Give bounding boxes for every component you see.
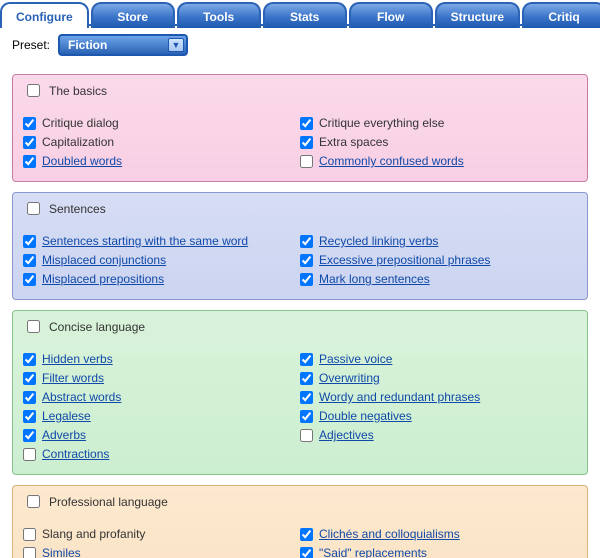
- checkbox-wordy[interactable]: [300, 391, 313, 404]
- link-misplaced-conj[interactable]: Misplaced conjunctions: [42, 252, 166, 269]
- tab-configure[interactable]: Configure: [0, 2, 89, 28]
- panel-title-sentences: Sentences: [49, 202, 106, 216]
- tab-bar: Configure Store Tools Stats Flow Structu…: [0, 0, 600, 26]
- checkbox-passive-voice[interactable]: [300, 353, 313, 366]
- tab-store[interactable]: Store: [91, 2, 175, 28]
- checkbox-confused-words[interactable]: [300, 155, 313, 168]
- checkbox-adverbs[interactable]: [23, 429, 36, 442]
- tab-tools[interactable]: Tools: [177, 2, 261, 28]
- checkbox-legalese[interactable]: [23, 410, 36, 423]
- label-critique-dialog: Critique dialog: [42, 115, 119, 132]
- link-hidden-verbs[interactable]: Hidden verbs: [42, 351, 113, 368]
- panel-title-prolang: Professional language: [49, 495, 168, 509]
- panel-concise: Concise language Hidden verbs Filter wor…: [12, 310, 588, 475]
- checkbox-excessive-prep[interactable]: [300, 254, 313, 267]
- link-cliches[interactable]: Clichés and colloquialisms: [319, 526, 460, 543]
- link-abstract-words[interactable]: Abstract words: [42, 389, 121, 406]
- tab-critique[interactable]: Critiq: [522, 2, 600, 28]
- link-said-repl[interactable]: "Said" replacements: [319, 545, 427, 558]
- chevron-down-icon: ▼: [168, 38, 184, 52]
- tab-stats[interactable]: Stats: [263, 2, 347, 28]
- link-similes[interactable]: Similes: [42, 545, 81, 558]
- label-slang: Slang and profanity: [42, 526, 145, 543]
- link-passive-voice[interactable]: Passive voice: [319, 351, 392, 368]
- checkbox-contractions[interactable]: [23, 448, 36, 461]
- link-filter-words[interactable]: Filter words: [42, 370, 104, 387]
- preset-row: Preset: Fiction ▼: [0, 26, 600, 64]
- checkbox-slang[interactable]: [23, 528, 36, 541]
- link-legalese[interactable]: Legalese: [42, 408, 91, 425]
- link-same-word[interactable]: Sentences starting with the same word: [42, 233, 248, 250]
- checkbox-cliches[interactable]: [300, 528, 313, 541]
- tab-structure[interactable]: Structure: [435, 2, 520, 28]
- tab-flow[interactable]: Flow: [349, 2, 433, 28]
- panel-prolang: Professional language Slang and profanit…: [12, 485, 588, 558]
- checkbox-capitalization[interactable]: [23, 136, 36, 149]
- link-wordy[interactable]: Wordy and redundant phrases: [319, 389, 480, 406]
- preset-select[interactable]: Fiction ▼: [58, 34, 188, 56]
- checkbox-misplaced-prep[interactable]: [23, 273, 36, 286]
- checkbox-prolang-master[interactable]: [27, 495, 40, 508]
- checkbox-critique-dialog[interactable]: [23, 117, 36, 130]
- link-adverbs[interactable]: Adverbs: [42, 427, 86, 444]
- checkbox-concise-master[interactable]: [27, 320, 40, 333]
- link-excessive-prep[interactable]: Excessive prepositional phrases: [319, 252, 490, 269]
- checkbox-adjectives[interactable]: [300, 429, 313, 442]
- panel-title-basics: The basics: [49, 84, 107, 98]
- checkbox-same-word[interactable]: [23, 235, 36, 248]
- checkbox-filter-words[interactable]: [23, 372, 36, 385]
- checkbox-extra-spaces[interactable]: [300, 136, 313, 149]
- link-confused-words[interactable]: Commonly confused words: [319, 153, 464, 170]
- panels-container: The basics Critique dialog Capitalizatio…: [0, 74, 600, 558]
- checkbox-long-sent[interactable]: [300, 273, 313, 286]
- label-capitalization: Capitalization: [42, 134, 114, 151]
- link-adjectives[interactable]: Adjectives: [319, 427, 374, 444]
- checkbox-sentences-master[interactable]: [27, 202, 40, 215]
- preset-label: Preset:: [12, 38, 50, 52]
- link-misplaced-prep[interactable]: Misplaced prepositions: [42, 271, 164, 288]
- panel-title-concise: Concise language: [49, 320, 145, 334]
- label-extra-spaces: Extra spaces: [319, 134, 388, 151]
- link-double-neg[interactable]: Double negatives: [319, 408, 412, 425]
- label-critique-else: Critique everything else: [319, 115, 444, 132]
- checkbox-similes[interactable]: [23, 547, 36, 558]
- preset-value: Fiction: [68, 38, 107, 52]
- checkbox-double-neg[interactable]: [300, 410, 313, 423]
- checkbox-basics-master[interactable]: [27, 84, 40, 97]
- checkbox-overwriting[interactable]: [300, 372, 313, 385]
- link-doubled-words[interactable]: Doubled words: [42, 153, 122, 170]
- checkbox-said-repl[interactable]: [300, 547, 313, 558]
- panel-basics: The basics Critique dialog Capitalizatio…: [12, 74, 588, 182]
- checkbox-abstract-words[interactable]: [23, 391, 36, 404]
- link-overwriting[interactable]: Overwriting: [319, 370, 380, 387]
- link-recycled-verbs[interactable]: Recycled linking verbs: [319, 233, 438, 250]
- checkbox-hidden-verbs[interactable]: [23, 353, 36, 366]
- checkbox-critique-else[interactable]: [300, 117, 313, 130]
- panel-sentences: Sentences Sentences starting with the sa…: [12, 192, 588, 300]
- link-long-sent[interactable]: Mark long sentences: [319, 271, 430, 288]
- checkbox-doubled-words[interactable]: [23, 155, 36, 168]
- link-contractions[interactable]: Contractions: [42, 446, 109, 463]
- checkbox-recycled-verbs[interactable]: [300, 235, 313, 248]
- checkbox-misplaced-conj[interactable]: [23, 254, 36, 267]
